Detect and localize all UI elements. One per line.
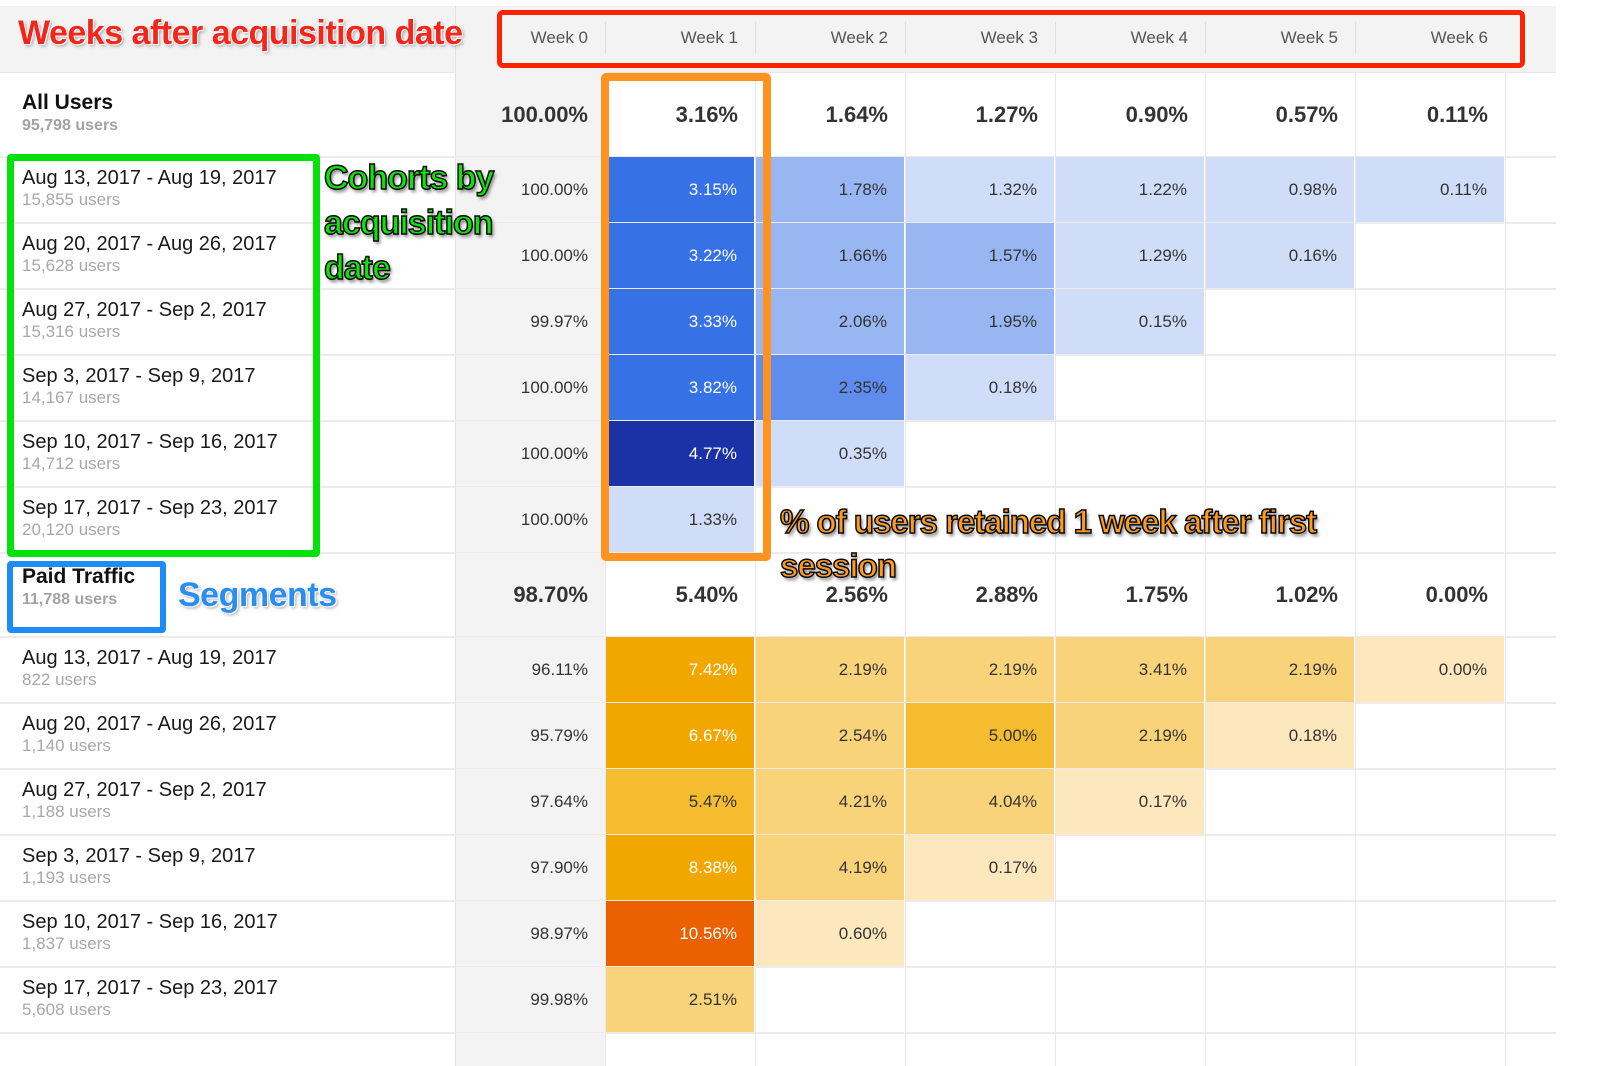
retention-cell[interactable]: 2.19% [905,637,1055,702]
retention-cell[interactable]: 0.17% [905,835,1055,900]
retention-cell[interactable]: 1.32% [905,157,1055,222]
row-divider [0,1032,1556,1034]
retention-cell[interactable]: 2.06% [755,289,905,354]
retention-cell[interactable]: 2.35% [755,355,905,420]
annotation-cohorts-line-1: Cohorts by [323,158,495,198]
cohort-label[interactable]: Sep 10, 2017 - Sep 16, 2017 1,837 users [22,911,278,955]
retention-cell[interactable]: 2.54% [755,703,905,768]
retention-cell[interactable]: 99.98% [455,967,605,1032]
cohort-user-count: 1,188 users [22,802,111,821]
cohort-user-count: 5,608 users [22,1000,111,1019]
segment-total-week-0: 100.00% [501,101,588,127]
annotation-blue-box [7,561,166,633]
cohort-label[interactable]: Aug 20, 2017 - Aug 26, 2017 1,140 users [22,713,277,757]
segment-total-week-3: 1.27% [975,101,1038,127]
cohort-date-range: Sep 17, 2017 - Sep 23, 2017 [22,977,278,999]
column-divider [1505,72,1506,1066]
retention-cell[interactable]: 1.66% [755,223,905,288]
retention-cell[interactable]: 1.57% [905,223,1055,288]
cohort-user-count: 822 users [22,670,97,689]
retention-cell[interactable]: 7.42% [605,637,755,702]
retention-cell[interactable]: 95.79% [455,703,605,768]
annotation-cohorts-line-2: acquisition [323,203,494,243]
retention-cell[interactable]: 98.97% [455,901,605,966]
retention-cell[interactable]: 0.35% [755,421,905,486]
cohort-date-range: Sep 3, 2017 - Sep 9, 2017 [22,845,256,867]
cohort-label[interactable]: Sep 3, 2017 - Sep 9, 2017 1,193 users [22,845,256,889]
segment-total-week-0: 98.70% [513,582,588,607]
retention-cell[interactable]: 5.00% [905,703,1055,768]
annotation-orange-box [601,73,771,561]
retention-cell[interactable]: 2.19% [1055,703,1205,768]
retention-cell[interactable]: 1.22% [1055,157,1205,222]
retention-cell[interactable]: 8.38% [605,835,755,900]
annotation-green-box [7,154,320,557]
retention-cell[interactable]: 97.90% [455,835,605,900]
retention-cell[interactable]: 1.78% [755,157,905,222]
retention-cell[interactable]: 0.00% [1355,637,1505,702]
segment-total-week-4: 0.90% [1125,101,1188,127]
cohort-user-count: 1,193 users [22,868,111,887]
retention-cell[interactable]: 2.19% [755,637,905,702]
cohort-label[interactable]: Sep 17, 2017 - Sep 23, 2017 5,608 users [22,977,278,1021]
retention-cell[interactable]: 0.15% [1055,289,1205,354]
retention-cell[interactable]: 100.00% [455,487,605,552]
cohort-date-range: Aug 27, 2017 - Sep 2, 2017 [22,779,267,801]
retention-cell[interactable]: 100.00% [455,421,605,486]
annotation-retained-one-week: % of users retained 1 week after first s… [779,502,1318,585]
annotation-cohorts-by-acquisition-date: Cohorts by acquisition date [323,156,495,291]
segment-total-week-6: 0.11% [1426,101,1488,127]
cohort-label[interactable]: Aug 27, 2017 - Sep 2, 2017 1,188 users [22,779,267,823]
retention-cell[interactable]: 0.98% [1205,157,1355,222]
segment-total-week-5: 0.57% [1275,101,1338,127]
segment-name: All Users [22,91,114,114]
retention-cell[interactable]: 0.11% [1355,157,1505,222]
segment-total-week-1: 5.40% [675,582,738,607]
cohort-date-range: Aug 20, 2017 - Aug 26, 2017 [22,713,277,735]
cohort-user-count: 1,837 users [22,934,111,953]
cohort-user-count: 1,140 users [22,736,111,755]
cohort-date-range: Sep 10, 2017 - Sep 16, 2017 [22,911,278,933]
retention-cell[interactable]: 4.21% [755,769,905,834]
retention-cell[interactable]: 0.18% [905,355,1055,420]
retention-cell[interactable]: 1.95% [905,289,1055,354]
retention-cell[interactable]: 0.16% [1205,223,1355,288]
segment-user-count: 95,798 users [22,117,119,134]
week0-background [455,1033,605,1066]
segment-total-week-2: 1.64% [825,101,888,127]
retention-cell[interactable]: 0.18% [1205,703,1355,768]
cohort-date-range: Aug 13, 2017 - Aug 19, 2017 [22,647,277,669]
retention-cell[interactable]: 10.56% [605,901,755,966]
retention-cell[interactable]: 4.19% [755,835,905,900]
retention-cell[interactable]: 2.51% [605,967,755,1032]
annotation-weeks-after-acquisition: Weeks after acquisition date [18,14,463,52]
row-divider [0,966,1556,968]
retention-cell[interactable]: 0.60% [755,901,905,966]
retention-cell[interactable]: 0.17% [1055,769,1205,834]
retention-cell[interactable]: 96.11% [455,637,605,702]
annotation-segments: Segments [178,576,337,614]
retention-cell[interactable]: 5.47% [605,769,755,834]
annotation-red-box [497,10,1525,68]
retention-cell[interactable]: 99.97% [455,289,605,354]
cohort-label[interactable]: Aug 13, 2017 - Aug 19, 2017 822 users [22,647,277,691]
annotation-cohorts-line-3: date [323,248,391,288]
retention-cell[interactable]: 4.04% [905,769,1055,834]
retention-cell[interactable]: 100.00% [455,355,605,420]
segment-label[interactable]: All Users 95,798 users [22,91,118,137]
retention-cell[interactable]: 6.67% [605,703,755,768]
retention-cell[interactable]: 1.29% [1055,223,1205,288]
retention-cell[interactable]: 2.19% [1205,637,1355,702]
retention-cell[interactable]: 97.64% [455,769,605,834]
retention-cell[interactable]: 3.41% [1055,637,1205,702]
